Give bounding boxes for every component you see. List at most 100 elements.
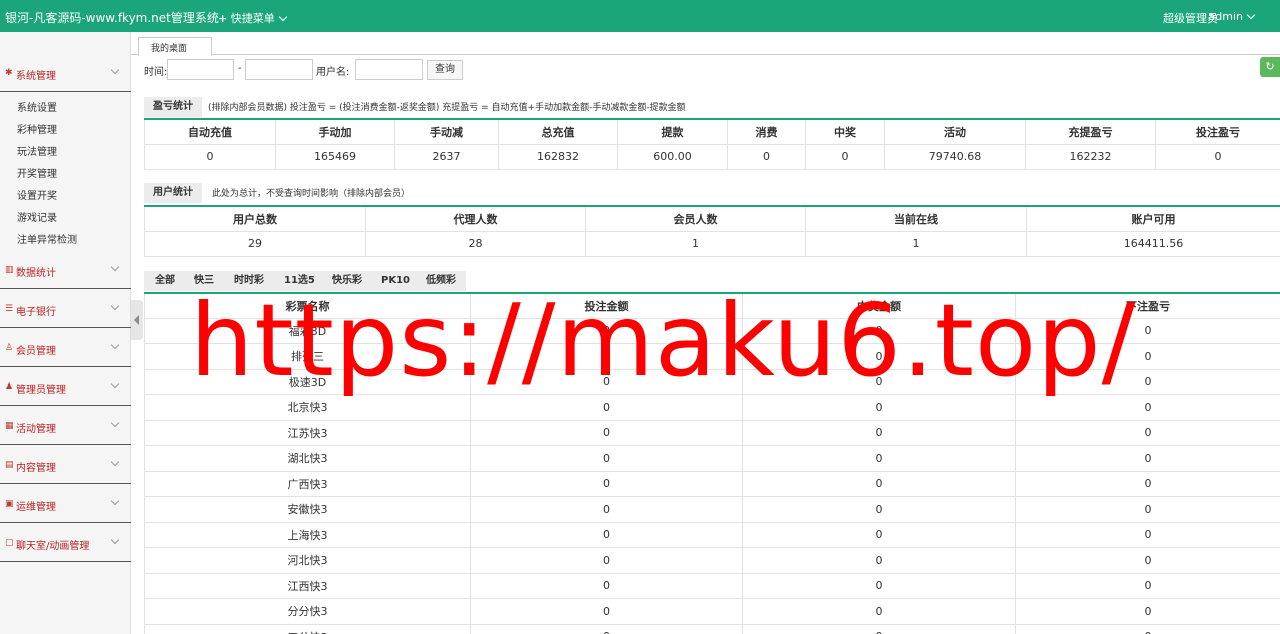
chevron-down-icon (110, 262, 120, 272)
refresh-icon: ↻ (1265, 60, 1275, 73)
sidebar-group-label: 数据统计 (16, 268, 56, 279)
chevron-down-icon (110, 379, 120, 389)
table-cell: 0 (1015, 419, 1280, 446)
table-cell: 0 (470, 470, 743, 497)
sidebar-group-members[interactable]: ♙ 会员管理 (0, 329, 131, 367)
table-cell: 0 (470, 598, 743, 625)
table-cell: 600.00 (617, 143, 728, 170)
sidebar-item-bet-anomaly[interactable]: 注单异常检测 (17, 231, 77, 246)
table-cell: 0 (742, 547, 1016, 574)
table-cell: 162232 (1025, 143, 1156, 170)
table-cell: 分分快3 (144, 598, 471, 625)
table-cell: 165469 (275, 143, 395, 170)
column-header: 代理人数 (365, 205, 586, 232)
table-cell: 广西快3 (144, 470, 471, 497)
sidebar-group-ops[interactable]: ▣ 运维管理 (0, 485, 131, 523)
table-cell: 上海快3 (144, 521, 471, 548)
table-row: 29 28 1 1 164411.56 (144, 230, 1280, 257)
column-header: 充提盈亏 (1025, 118, 1156, 145)
user-menu-button[interactable]: admin (1208, 10, 1256, 23)
sidebar-item-lottery-types[interactable]: 彩种管理 (17, 121, 57, 136)
table-cell: 0 (1015, 445, 1280, 472)
table-cell: 0 (1015, 623, 1280, 634)
table-cell: 29 (144, 230, 366, 257)
table-cell: 0 (470, 623, 743, 634)
category-tab-all[interactable]: 全部 (155, 271, 175, 291)
sidebar-group-content[interactable]: ▤ 内容管理 (0, 446, 131, 484)
sidebar-group-data-stats[interactable]: ▥ 数据统计 (0, 251, 131, 289)
ops-icon: ▣ (5, 499, 14, 509)
table-cell: 0 (742, 598, 1016, 625)
tab-strip: 我的桌面 (131, 32, 1280, 56)
calendar-icon: ▦ (5, 421, 14, 431)
username-label: 用户名: (316, 67, 350, 78)
refresh-button[interactable]: ↻ (1260, 57, 1280, 77)
quick-menu-label: 快捷菜单 (230, 12, 275, 25)
table-row: 分分快3 0 0 0 (144, 598, 1280, 625)
table-cell: 河北快3 (144, 547, 471, 574)
time-label: 时间: (144, 67, 168, 78)
table-row: 湖北快3 0 0 0 (144, 445, 1280, 472)
sidebar-item-draw-management[interactable]: 开奖管理 (17, 165, 57, 180)
column-header: 手动减 (394, 118, 499, 145)
table-cell: 0 (742, 521, 1016, 548)
sidebar-group-system[interactable]: ✱ 系统管理 (0, 54, 131, 92)
table-row: 安徽快3 0 0 0 (144, 496, 1280, 523)
column-header: 自动充值 (144, 118, 276, 145)
table-cell: 0 (470, 419, 743, 446)
table-cell: 1 (585, 230, 806, 257)
table-cell: 164411.56 (1026, 230, 1280, 257)
column-header: 用户总数 (144, 205, 366, 232)
table-row: 河北快3 0 0 0 (144, 547, 1280, 574)
profit-stats-note: (排除内部会员数据) 投注盈亏 = (投注消费金额-返奖金额) 充提盈亏 = 自… (208, 103, 686, 113)
table-cell: 0 (470, 445, 743, 472)
table-cell: 0 (1015, 572, 1280, 599)
start-time-input[interactable] (167, 59, 234, 80)
end-time-input[interactable] (245, 59, 313, 80)
app-title: 银河-凡客源码-www.fkym.net管理系统 (5, 11, 219, 25)
sidebar-group-label: 运维管理 (16, 502, 56, 513)
tab-home[interactable]: 我的桌面 (138, 37, 212, 56)
table-cell: 0 (742, 419, 1016, 446)
username-input[interactable] (355, 59, 423, 80)
chevron-left-icon (134, 315, 139, 325)
username: admin (1208, 10, 1243, 23)
users-icon: ♙ (5, 343, 14, 353)
chevron-down-icon (110, 65, 120, 75)
sidebar-item-system-settings[interactable]: 系统设置 (17, 99, 57, 114)
sidebar-group-admins[interactable]: ♟ 管理员管理 (0, 368, 131, 406)
column-header: 活动 (884, 118, 1026, 145)
table-cell: 安徽快3 (144, 496, 471, 523)
sidebar-group-activities[interactable]: ▦ 活动管理 (0, 407, 131, 445)
user-stats-note: 此处为总计，不受查询时间影响（排除内部会员） (212, 189, 411, 199)
chevron-down-icon (110, 301, 120, 311)
table-cell: 湖北快3 (144, 445, 471, 472)
gear-icon: ✱ (5, 68, 13, 78)
sidebar-item-game-records[interactable]: 游戏记录 (17, 209, 57, 224)
user-stats-table: 用户总数 代理人数 会员人数 当前在线 账户可用 29 28 1 1 16441… (144, 205, 1280, 257)
sidebar-group-chat[interactable]: ▢ 聊天室/动画管理 (0, 524, 131, 562)
table-header-row: 用户总数 代理人数 会员人数 当前在线 账户可用 (144, 205, 1280, 232)
time-range-dash: - (238, 63, 242, 74)
sidebar-group-label: 会员管理 (16, 346, 56, 357)
sidebar-group-e-bank[interactable]: ☰ 电子银行 (0, 290, 131, 328)
chevron-down-icon (1246, 10, 1256, 20)
table-row: 广西快3 0 0 0 (144, 470, 1280, 497)
table-cell: 0 (1015, 496, 1280, 523)
profit-table: 自动充值 手动加 手动减 总充值 提款 消费 中奖 活动 充提盈亏 投注盈亏 0… (144, 118, 1280, 170)
quick-menu-button[interactable]: + 快捷菜单 (218, 10, 287, 26)
table-cell: 0 (742, 445, 1016, 472)
table-cell: 0 (1155, 143, 1280, 170)
query-button[interactable]: 查询 (427, 60, 463, 80)
table-row: 江苏快3 0 0 0 (144, 419, 1280, 446)
sidebar-item-play-rules[interactable]: 玩法管理 (17, 143, 57, 158)
sidebar-item-set-draw[interactable]: 设置开奖 (17, 187, 57, 202)
sidebar-collapse-toggle[interactable] (131, 300, 143, 340)
table-row: 江西快3 0 0 0 (144, 572, 1280, 599)
chevron-down-icon (110, 457, 120, 467)
sidebar-group-label: 系统管理 (16, 71, 56, 82)
table-cell: 28 (365, 230, 586, 257)
column-header: 账户可用 (1026, 205, 1280, 232)
table-cell: 0 (1015, 598, 1280, 625)
column-header: 总充值 (498, 118, 618, 145)
